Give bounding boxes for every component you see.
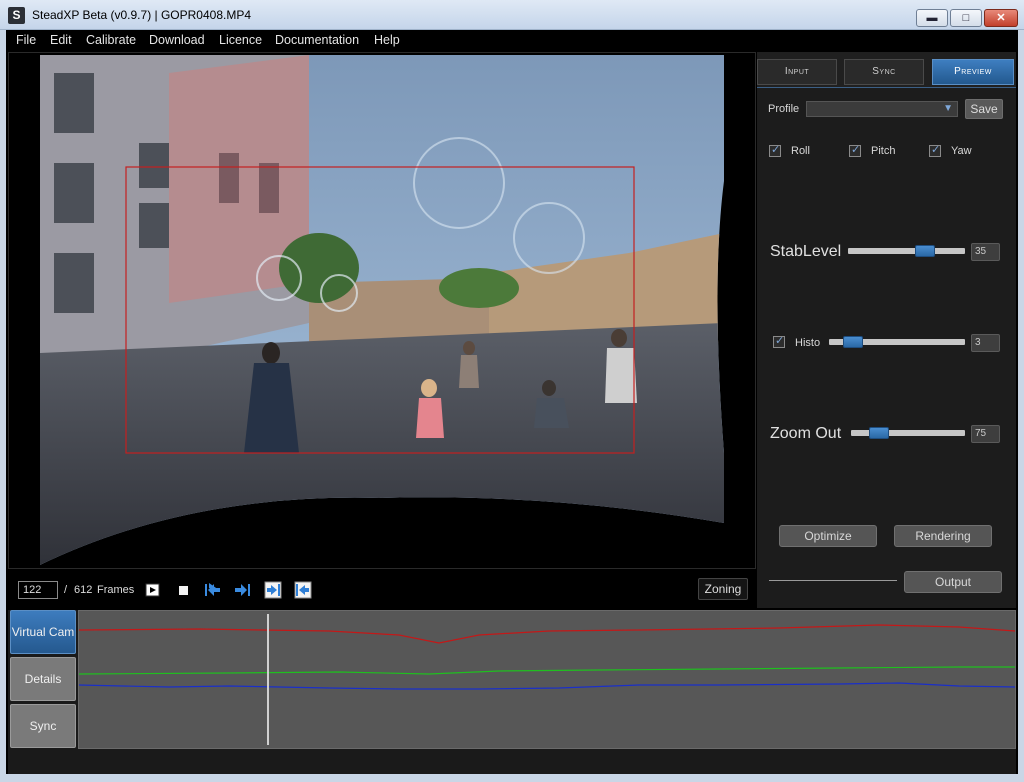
title-bar: S SteadXP Beta (v0.9.7) | GOPR0408.MP4 ▬… — [0, 0, 1024, 30]
minimize-button[interactable]: ▬ — [916, 9, 948, 27]
mark-in-icon[interactable] — [264, 581, 282, 599]
output-button[interactable]: Output — [904, 571, 1002, 593]
menu-edit[interactable]: Edit — [50, 33, 72, 47]
motion-graph-canvas — [78, 614, 1016, 745]
current-frame-input[interactable] — [18, 581, 58, 599]
transport-bar: / 612 Frames Zoning — [8, 572, 756, 608]
maximize-button[interactable]: □ — [950, 9, 982, 27]
menu-licence[interactable]: Licence — [219, 33, 262, 47]
pitch-curve — [78, 666, 1015, 675]
window-title: SteadXP Beta (v0.9.7) | GOPR0408.MP4 — [32, 8, 252, 22]
tab-bottom-sync[interactable]: Sync — [10, 704, 76, 748]
skip-start-icon[interactable] — [203, 581, 221, 599]
skip-end-icon[interactable] — [234, 581, 252, 599]
stabilized-frame — [40, 55, 724, 565]
roll-label: Roll — [791, 145, 810, 157]
menu-help[interactable]: Help — [374, 33, 400, 47]
stablevel-slider-thumb[interactable] — [915, 245, 935, 257]
histo-slider-thumb[interactable] — [843, 336, 863, 348]
stablevel-slider[interactable] — [848, 248, 965, 254]
yaw-checkbox[interactable] — [929, 143, 941, 157]
stablevel-value[interactable]: 35 — [971, 243, 1000, 261]
zoom-out-slider-thumb[interactable] — [869, 427, 889, 439]
zoom-out-label: Zoom Out — [770, 425, 842, 442]
tab-sync[interactable]: Sync — [844, 59, 924, 85]
stablevel-label: StabLevel — [770, 243, 842, 260]
motion-graph[interactable] — [78, 610, 1016, 749]
yaw-curve — [78, 682, 1016, 690]
zoom-out-value[interactable]: 75 — [971, 425, 1000, 443]
control-panel: Input Sync Preview Profile ▼ Save Roll P… — [757, 52, 1016, 608]
yaw-label: Yaw — [951, 145, 972, 157]
histo-checkbox[interactable] — [773, 334, 785, 348]
zoning-button[interactable]: Zoning — [698, 578, 748, 600]
frame-separator: / — [64, 584, 68, 596]
roll-curve — [78, 624, 1016, 644]
stop-icon[interactable] — [174, 581, 192, 599]
video-frame-image — [40, 55, 724, 565]
tab-input[interactable]: Input — [757, 59, 837, 85]
profile-dropdown[interactable]: ▼ — [806, 101, 958, 117]
tab-details[interactable]: Details — [10, 657, 76, 701]
mark-out-icon[interactable] — [294, 581, 312, 599]
tab-virtual-cam[interactable]: Virtual Cam — [10, 610, 76, 654]
divider — [769, 580, 897, 581]
tab-preview[interactable]: Preview — [932, 59, 1014, 85]
pitch-label: Pitch — [871, 145, 896, 157]
menu-download[interactable]: Download — [149, 33, 205, 47]
pitch-checkbox[interactable] — [849, 143, 861, 157]
close-button[interactable]: ✕ — [984, 9, 1018, 27]
roll-checkbox[interactable] — [769, 143, 781, 157]
profile-label: Profile — [768, 103, 800, 115]
chevron-down-icon: ▼ — [943, 103, 953, 114]
clip-icon[interactable] — [144, 581, 162, 599]
histo-label: Histo — [795, 337, 821, 349]
optimize-button[interactable]: Optimize — [779, 525, 877, 547]
frames-label: Frames — [97, 584, 135, 596]
app-logo-icon: S — [8, 7, 25, 24]
preview-settings: Profile ▼ Save Roll Pitch Yaw StabLevel … — [757, 87, 1016, 608]
menu-file[interactable]: File — [16, 33, 36, 47]
rendering-button[interactable]: Rendering — [894, 525, 992, 547]
video-preview[interactable] — [8, 52, 756, 569]
histo-value[interactable]: 3 — [971, 334, 1000, 352]
menu-bar: File Edit Calibrate Download Licence Doc… — [6, 30, 1018, 51]
timeline-area: Virtual Cam Details Sync — [8, 610, 1016, 774]
menu-calibrate[interactable]: Calibrate — [86, 33, 136, 47]
save-button[interactable]: Save — [965, 99, 1003, 119]
total-frames: 612 — [74, 584, 93, 596]
menu-documentation[interactable]: Documentation — [275, 33, 359, 47]
